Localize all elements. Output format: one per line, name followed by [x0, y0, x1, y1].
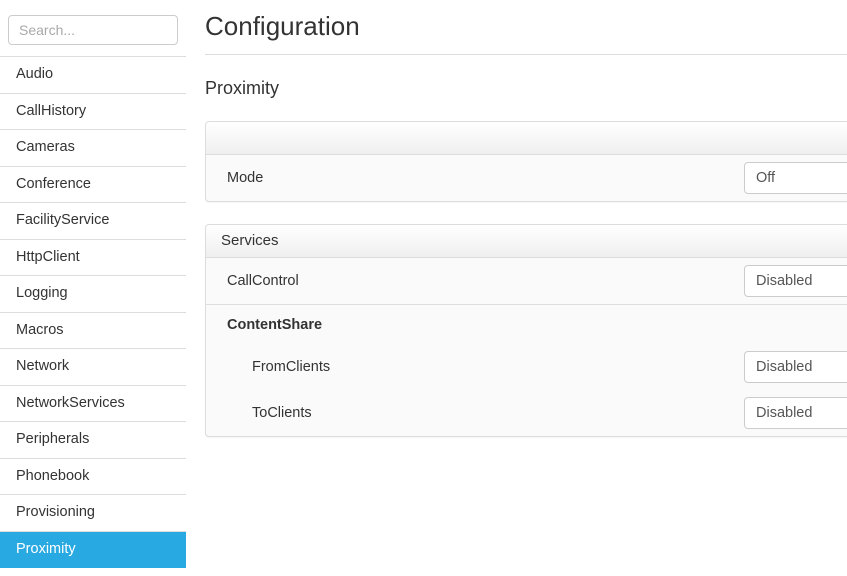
sidebar-item-label: Proximity — [16, 540, 76, 557]
config-panels: Mode Off Services CallControl Disabled Conten… — [205, 121, 847, 438]
panel-heading: Services — [206, 225, 847, 259]
config-panel: Services CallControl Disabled ContentShare F… — [205, 224, 847, 438]
sidebar-item-label: Audio — [16, 66, 54, 82]
sidebar-item-proximity[interactable]: Proximity — [0, 531, 186, 568]
sidebar: Audio CallHistory Cameras Conference Facilit… — [0, 0, 186, 576]
sidebar-item-conference[interactable]: Conference — [0, 167, 186, 203]
config-row-label: CallControl — [227, 273, 299, 290]
sidebar-item-label: Provisioning — [16, 504, 95, 520]
config-row-label: ToClients — [252, 405, 312, 422]
section-title: Proximity — [205, 77, 280, 98]
config-row: ContentShare — [206, 304, 847, 344]
page-title: Configuration — [205, 0, 847, 55]
panel-heading — [206, 122, 847, 156]
sidebar-item-label: Logging — [16, 285, 68, 301]
config-row: ToClients Disabled — [206, 390, 847, 436]
sidebar-item-networkservices[interactable]: NetworkServices — [0, 386, 186, 422]
panel-body: CallControl Disabled ContentShare FromClien… — [206, 258, 847, 436]
sidebar-item-label: Phonebook — [16, 467, 90, 484]
sidebar-item-httpclient[interactable]: HttpClient — [0, 240, 186, 276]
sidebar-item-label: CallHistory — [16, 102, 87, 119]
config-row: Mode Off — [206, 155, 847, 201]
sidebar-item-peripherals[interactable]: Peripherals — [0, 422, 186, 459]
config-row-label: Mode — [227, 170, 264, 187]
sidebar-item-audio[interactable]: Audio — [0, 57, 186, 94]
config-row: CallControl Disabled — [206, 258, 847, 304]
search-container — [0, 0, 186, 56]
dropdown-callcontrol[interactable]: Disabled — [744, 265, 847, 298]
config-row: FromClients Disabled — [206, 344, 847, 390]
sidebar-item-macros[interactable]: Macros — [0, 313, 186, 349]
dropdown-fromclients[interactable]: Disabled — [744, 351, 847, 384]
panel-body: Mode Off — [206, 155, 847, 201]
sidebar-item-label: FacilityService — [16, 212, 110, 228]
sidebar-item-network[interactable]: Network — [0, 349, 186, 386]
dropdown-value: Off — [756, 170, 776, 187]
sidebar-item-label: Macros — [16, 321, 64, 338]
sidebar-item-label: NetworkServices — [16, 394, 125, 411]
config-row-control: Off — [744, 162, 847, 195]
config-row-label: FromClients — [252, 359, 331, 376]
sidebar-item-label: Cameras — [16, 139, 75, 155]
sidebar-item-label: Peripherals — [16, 431, 90, 447]
sidebar-item-facilityservice[interactable]: FacilityService — [0, 203, 186, 240]
config-row-control: Disabled — [744, 397, 847, 430]
dropdown-value: Disabled — [756, 405, 813, 422]
config-row-control: Disabled — [744, 265, 847, 298]
config-row-label: ContentShare — [227, 316, 323, 333]
main-content: Configuration Proximity Mode Off Services C… — [186, 0, 847, 576]
search-input[interactable] — [8, 15, 178, 45]
dropdown-mode[interactable]: Off — [744, 162, 847, 195]
sidebar-item-provisioning[interactable]: Provisioning — [0, 495, 186, 532]
sidebar-item-label: Network — [16, 358, 70, 374]
sidebar-item-label: Conference — [16, 175, 91, 192]
sidebar-item-phonebook[interactable]: Phonebook — [0, 459, 186, 495]
sidebar-item-cameras[interactable]: Cameras — [0, 130, 186, 167]
sidebar-nav-list: Audio CallHistory Cameras Conference Facilit… — [0, 56, 186, 568]
sidebar-item-label: HttpClient — [16, 248, 80, 265]
dropdown-toclients[interactable]: Disabled — [744, 397, 847, 430]
config-panel: Mode Off — [205, 121, 847, 203]
dropdown-value: Disabled — [756, 273, 813, 290]
config-row-control: Disabled — [744, 351, 847, 384]
sidebar-item-callhistory[interactable]: CallHistory — [0, 94, 186, 130]
sidebar-item-logging[interactable]: Logging — [0, 276, 186, 313]
dropdown-value: Disabled — [756, 359, 813, 376]
